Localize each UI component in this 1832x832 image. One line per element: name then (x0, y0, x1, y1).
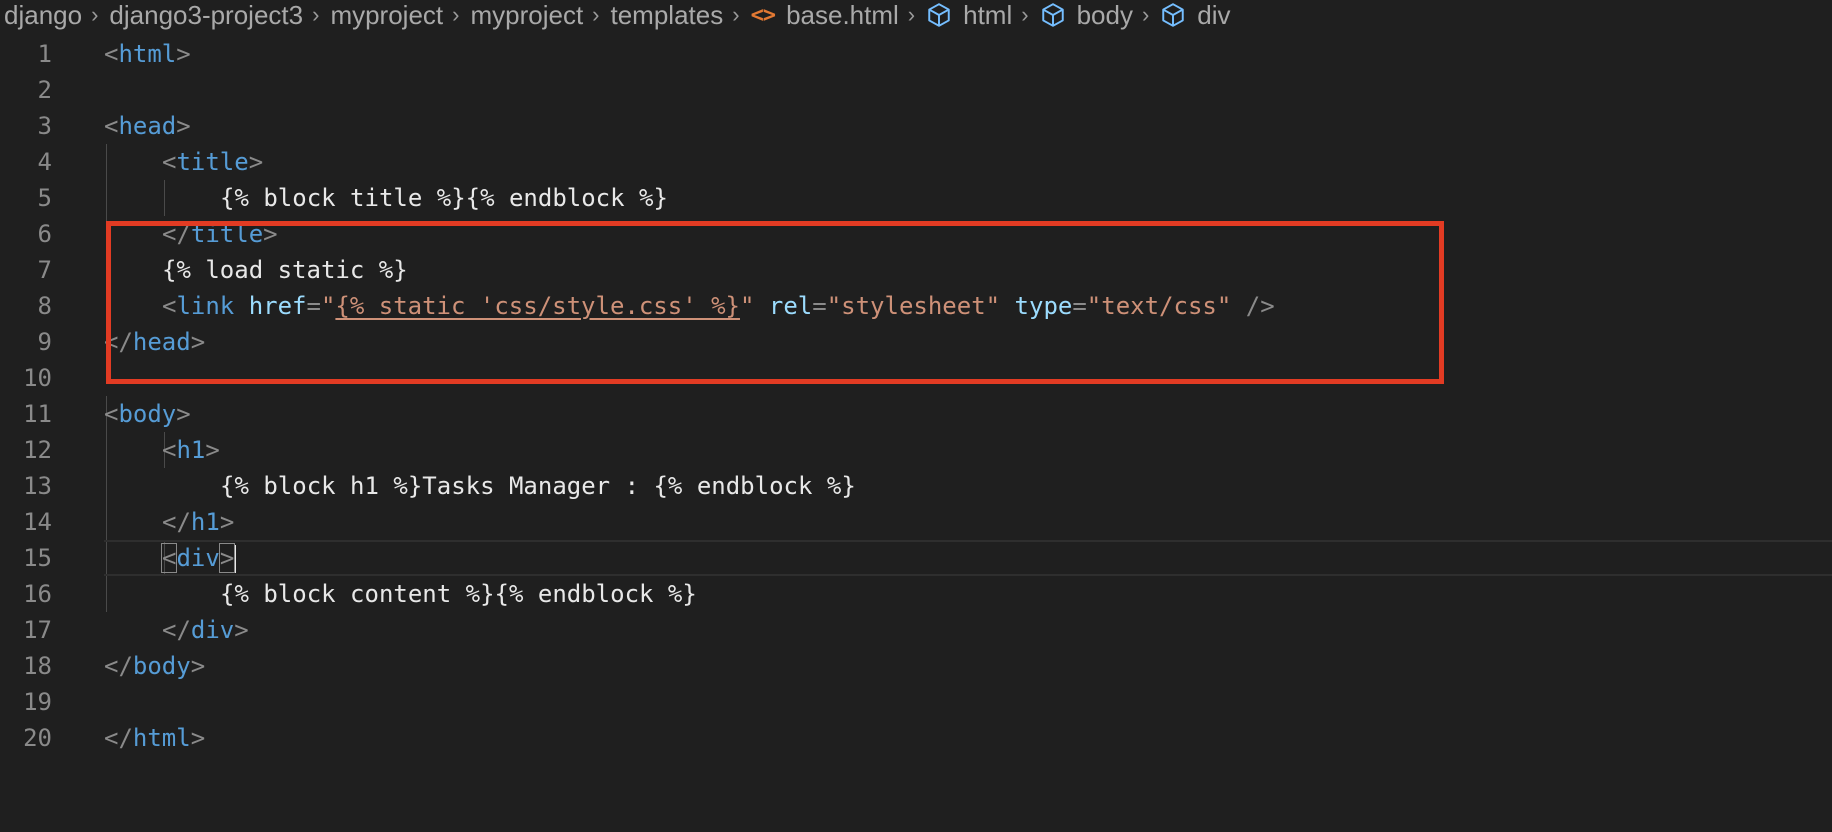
line-number: 8 (37, 292, 52, 320)
breadcrumb-item-templates[interactable]: templates (611, 0, 724, 31)
code-line[interactable]: 6 </title> (0, 216, 1832, 252)
chevron-right-icon: › (312, 2, 320, 27)
breadcrumb-item-file[interactable]: base.html (786, 0, 899, 31)
code-line[interactable]: 16 {% block content %}{% endblock %} (0, 576, 1832, 612)
code-text[interactable]: </head> (104, 324, 205, 360)
code-line[interactable]: 20 </html> (0, 720, 1832, 756)
chevron-right-icon: › (1141, 2, 1150, 27)
breadcrumb-item-myproject-inner[interactable]: myproject (470, 0, 583, 31)
chevron-right-icon: › (91, 2, 99, 27)
code-text[interactable]: <link href="{% static 'css/style.css' %}… (162, 288, 1275, 324)
chevron-right-icon: › (732, 2, 740, 27)
code-line[interactable]: 13 {% block h1 %}Tasks Manager : {% endb… (0, 468, 1832, 504)
chevron-right-icon: › (907, 2, 916, 27)
chevron-right-icon: › (592, 2, 600, 27)
chevron-right-icon: › (452, 2, 460, 27)
html-file-icon: <> (750, 2, 776, 28)
code-text[interactable]: <div> (160, 540, 237, 576)
bracket-match-highlight: < (160, 543, 178, 573)
code-line[interactable]: 14 </h1> (0, 504, 1832, 540)
code-editor[interactable]: 1 <html> 2 3 <head> 4 <title> 5 {% block… (0, 36, 1832, 796)
line-number: 19 (23, 688, 52, 716)
symbol-cube-icon (1040, 2, 1066, 28)
code-text[interactable]: <head> (104, 108, 191, 144)
line-number: 4 (37, 148, 52, 176)
line-number: 18 (23, 652, 52, 680)
breadcrumb-item-body[interactable]: body (1077, 0, 1133, 31)
line-number: 10 (23, 364, 52, 392)
breadcrumb-item-project[interactable]: django3-project3 (109, 0, 303, 31)
code-line[interactable]: 5 {% block title %}{% endblock %} (0, 180, 1832, 216)
line-number: 17 (23, 616, 52, 644)
code-text[interactable]: <title> (162, 144, 263, 180)
code-line[interactable]: 7 {% load static %} (0, 252, 1832, 288)
breadcrumb-item-django[interactable]: django (4, 0, 82, 31)
line-number: 7 (37, 256, 52, 284)
code-text[interactable]: <h1> (162, 432, 220, 468)
line-number: 5 (37, 184, 52, 212)
code-text[interactable]: {% block content %}{% endblock %} (220, 576, 697, 612)
line-number: 12 (23, 436, 52, 464)
line-number: 15 (23, 544, 52, 572)
code-line[interactable]: 3 <head> (0, 108, 1832, 144)
line-number: 9 (37, 328, 52, 356)
code-line[interactable]: 8 <link href="{% static 'css/style.css' … (0, 288, 1832, 324)
line-number: 3 (37, 112, 52, 140)
code-line[interactable]: 15 <div> (0, 540, 1832, 576)
code-text[interactable]: </body> (104, 648, 205, 684)
line-number: 11 (23, 400, 52, 428)
code-line[interactable]: 18 </body> (0, 648, 1832, 684)
line-number: 16 (23, 580, 52, 608)
line-number: 14 (23, 508, 52, 536)
line-number: 13 (23, 472, 52, 500)
line-number: 2 (37, 76, 52, 104)
text-cursor (234, 545, 237, 573)
breadcrumb-item-div[interactable]: div (1197, 0, 1230, 31)
bracket-match-highlight: > (218, 543, 236, 573)
line-number: 1 (37, 40, 52, 68)
code-text[interactable]: </div> (162, 612, 249, 648)
code-text[interactable]: {% block h1 %}Tasks Manager : {% endbloc… (220, 468, 856, 504)
breadcrumb: django › django3-project3 › myproject › … (0, 0, 1832, 30)
code-text[interactable]: {% load static %} (162, 252, 408, 288)
line-number: 20 (23, 724, 52, 752)
code-text[interactable]: </h1> (162, 504, 234, 540)
code-line[interactable]: 1 <html> (0, 36, 1832, 72)
code-line[interactable]: 4 <title> (0, 144, 1832, 180)
line-number: 6 (37, 220, 52, 248)
code-text[interactable]: </title> (162, 216, 278, 252)
code-text[interactable]: </html> (104, 720, 205, 756)
symbol-cube-icon (1160, 2, 1186, 28)
code-text[interactable]: {% block title %}{% endblock %} (220, 180, 668, 216)
code-line[interactable]: 11 <body> (0, 396, 1832, 432)
code-line[interactable]: 17 </div> (0, 612, 1832, 648)
chevron-right-icon: › (1021, 2, 1029, 27)
symbol-cube-icon (926, 2, 952, 28)
breadcrumb-item-myproject-outer[interactable]: myproject (330, 0, 443, 31)
code-line[interactable]: 10 (0, 360, 1832, 396)
code-line[interactable]: 19 (0, 684, 1832, 720)
code-line[interactable]: 12 <h1> (0, 432, 1832, 468)
code-line[interactable]: 2 (0, 72, 1832, 108)
breadcrumb-item-html[interactable]: html (963, 0, 1012, 31)
code-line[interactable]: 9 </head> (0, 324, 1832, 360)
code-text[interactable]: <body> (104, 396, 191, 432)
code-text[interactable]: <html> (104, 36, 191, 72)
